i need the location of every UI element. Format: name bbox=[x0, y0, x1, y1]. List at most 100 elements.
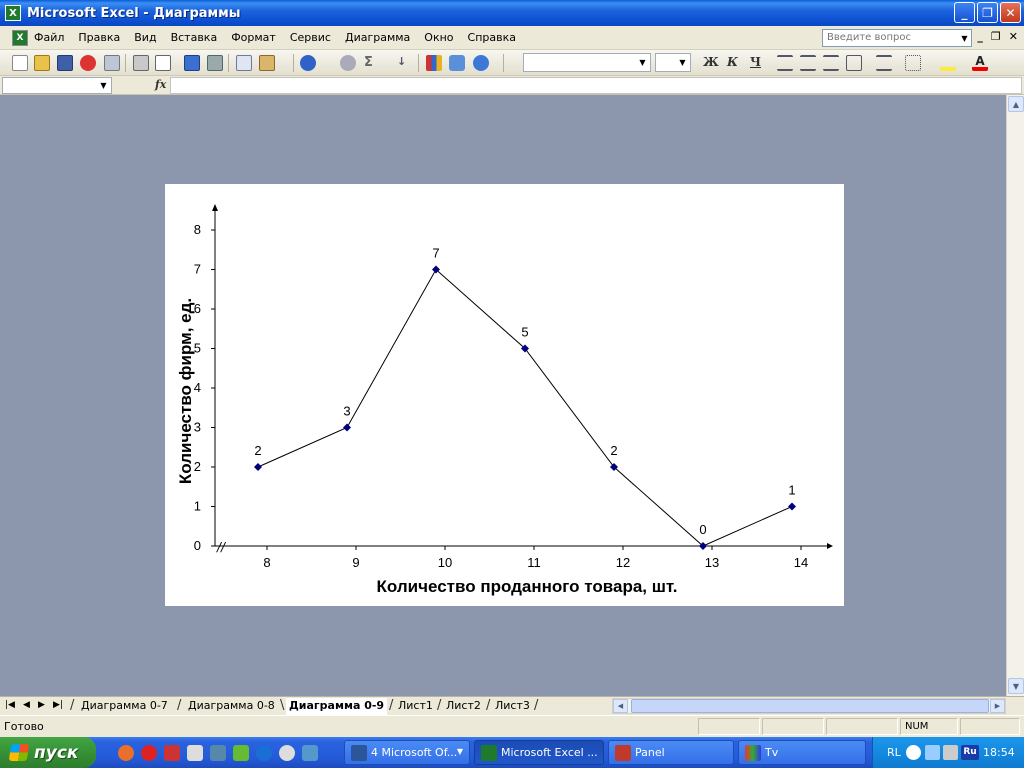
ask-question-input[interactable]: Введите вопрос bbox=[822, 29, 972, 47]
taskbar-excel[interactable]: Microsoft Excel ... bbox=[474, 740, 604, 765]
undo-icon[interactable] bbox=[300, 55, 316, 71]
close-button[interactable]: ✕ bbox=[1000, 2, 1021, 23]
scroll-up-icon[interactable]: ▲ bbox=[1008, 96, 1024, 112]
volume-icon[interactable] bbox=[943, 745, 958, 760]
tab-chart-0-7[interactable]: Диаграмма 0-7 bbox=[78, 698, 171, 715]
chevron-down-icon[interactable]: ▼ bbox=[676, 55, 689, 70]
paste-icon[interactable] bbox=[259, 55, 275, 71]
menu-view[interactable]: Вид bbox=[134, 31, 156, 44]
standard-formatting-toolbar: Σ ↓ ▼ ▼ Ж К Ч A bbox=[0, 50, 1024, 76]
autosum-icon[interactable]: Σ bbox=[364, 55, 380, 71]
next-sheet-icon[interactable]: ▶ bbox=[38, 700, 45, 710]
chevron-down-icon[interactable]: ▼ bbox=[958, 30, 971, 46]
minimize-button[interactable]: _ bbox=[954, 2, 975, 23]
bold-button[interactable]: Ж bbox=[703, 55, 719, 69]
align-right-icon[interactable] bbox=[823, 55, 839, 71]
new-icon[interactable] bbox=[12, 55, 28, 71]
email-icon[interactable] bbox=[104, 55, 120, 71]
taskbar-tv[interactable]: Tv bbox=[738, 740, 866, 765]
italic-button[interactable]: К bbox=[727, 55, 738, 69]
open-icon[interactable] bbox=[34, 55, 50, 71]
sort-icon[interactable]: ↓ bbox=[397, 55, 413, 71]
x-axis-arrow bbox=[827, 543, 833, 549]
prev-sheet-icon[interactable]: ◀ bbox=[23, 700, 30, 710]
menu-chart[interactable]: Диаграмма bbox=[345, 31, 410, 44]
name-box[interactable]: ▼ bbox=[2, 77, 112, 94]
underline-button[interactable]: Ч bbox=[750, 55, 761, 69]
save-icon[interactable] bbox=[57, 55, 73, 71]
font-size-combo[interactable]: ▼ bbox=[655, 53, 691, 72]
internet-explorer-icon[interactable] bbox=[256, 745, 272, 761]
media-icon[interactable] bbox=[164, 745, 180, 761]
keyboard-layout-icon[interactable]: Ru bbox=[961, 745, 979, 760]
chevron-down-icon[interactable]: ▼ bbox=[97, 78, 110, 93]
menu-window[interactable]: Окно bbox=[424, 31, 453, 44]
workbook-icon[interactable]: X bbox=[12, 29, 28, 46]
chevron-down-icon[interactable]: ▼ bbox=[636, 55, 649, 70]
app-icon[interactable] bbox=[233, 745, 249, 761]
app-icon[interactable] bbox=[210, 745, 226, 761]
x-tick-label: 12 bbox=[616, 555, 630, 570]
permission-icon[interactable] bbox=[80, 55, 96, 71]
first-sheet-icon[interactable]: |◀ bbox=[5, 700, 15, 710]
doc-close-button[interactable]: ✕ bbox=[1009, 30, 1018, 43]
menu-tools[interactable]: Сервис bbox=[290, 31, 331, 44]
tab-chart-0-9[interactable]: Диаграмма 0-9 bbox=[286, 698, 388, 715]
help-icon[interactable] bbox=[473, 55, 489, 71]
horizontal-scrollbar[interactable]: ◀ ▶ bbox=[612, 698, 1006, 714]
font-color-icon[interactable]: A bbox=[972, 55, 988, 71]
y-axis-arrow bbox=[212, 204, 218, 211]
menu-help[interactable]: Справка bbox=[468, 31, 516, 44]
restore-button[interactable]: ❐ bbox=[977, 2, 998, 23]
fill-color-icon[interactable] bbox=[940, 55, 956, 71]
x-tick-label: 9 bbox=[352, 555, 359, 570]
formula-input[interactable] bbox=[170, 77, 1022, 94]
input-language-indicator[interactable]: RL bbox=[887, 746, 901, 759]
tab-sheet3[interactable]: Лист3 bbox=[492, 698, 533, 715]
vertical-scrollbar[interactable]: ▲ ▼ bbox=[1006, 95, 1024, 696]
font-name-combo[interactable]: ▼ bbox=[523, 53, 651, 72]
tab-chart-0-8[interactable]: Диаграмма 0-8 bbox=[185, 698, 278, 715]
spelling-icon[interactable] bbox=[184, 55, 200, 71]
merge-center-icon[interactable] bbox=[846, 55, 862, 71]
taskbar-word[interactable]: 4 Microsoft Of... ▼ bbox=[344, 740, 470, 765]
mail-at-icon[interactable] bbox=[118, 745, 134, 761]
start-button[interactable]: пуск bbox=[0, 737, 96, 768]
network-icon[interactable] bbox=[925, 745, 940, 760]
menu-edit[interactable]: Правка bbox=[78, 31, 120, 44]
insert-function-button[interactable]: fx bbox=[155, 78, 166, 91]
print-preview-icon[interactable] bbox=[155, 55, 171, 71]
app-icon[interactable] bbox=[302, 745, 318, 761]
data-label: 2 bbox=[610, 443, 617, 458]
borders-icon[interactable] bbox=[905, 55, 921, 71]
axis-break-mark: // bbox=[216, 540, 227, 554]
chart-wizard-icon[interactable] bbox=[426, 55, 442, 71]
menu-insert[interactable]: Вставка bbox=[171, 31, 218, 44]
align-center-icon[interactable] bbox=[800, 55, 816, 71]
copy-icon[interactable] bbox=[236, 55, 252, 71]
drawing-icon[interactable] bbox=[449, 55, 465, 71]
scroll-thumb[interactable] bbox=[631, 699, 989, 713]
menu-file[interactable]: Файл bbox=[34, 31, 64, 44]
chart-area[interactable]: //0 1 2 3 4 5 6 7 8 8 9 10 11 12 13 14 2 3 7 5 2 0 1 Количество… bbox=[165, 184, 844, 606]
doc-restore-button[interactable]: ❐ bbox=[991, 30, 1001, 43]
hyperlink-icon[interactable] bbox=[340, 55, 356, 71]
print-icon[interactable] bbox=[133, 55, 149, 71]
last-sheet-icon[interactable]: ▶| bbox=[53, 700, 63, 710]
align-left-icon[interactable] bbox=[777, 55, 793, 71]
indent-icon[interactable] bbox=[876, 55, 892, 71]
menu-format[interactable]: Формат bbox=[231, 31, 276, 44]
app-icon[interactable] bbox=[279, 745, 295, 761]
opera-icon[interactable] bbox=[141, 745, 157, 761]
scroll-left-icon[interactable]: ◀ bbox=[613, 699, 628, 713]
scroll-down-icon[interactable]: ▼ bbox=[1008, 678, 1024, 694]
data-point bbox=[343, 423, 351, 432]
scroll-right-icon[interactable]: ▶ bbox=[990, 699, 1005, 713]
tab-sheet1[interactable]: Лист1 bbox=[395, 698, 436, 715]
app-icon[interactable] bbox=[187, 745, 203, 761]
tab-sheet2[interactable]: Лист2 bbox=[443, 698, 484, 715]
doc-minimize-button[interactable]: _ bbox=[977, 30, 983, 43]
research-icon[interactable] bbox=[207, 55, 223, 71]
expand-tray-icon[interactable] bbox=[906, 745, 921, 760]
taskbar-panel[interactable]: Panel bbox=[608, 740, 734, 765]
